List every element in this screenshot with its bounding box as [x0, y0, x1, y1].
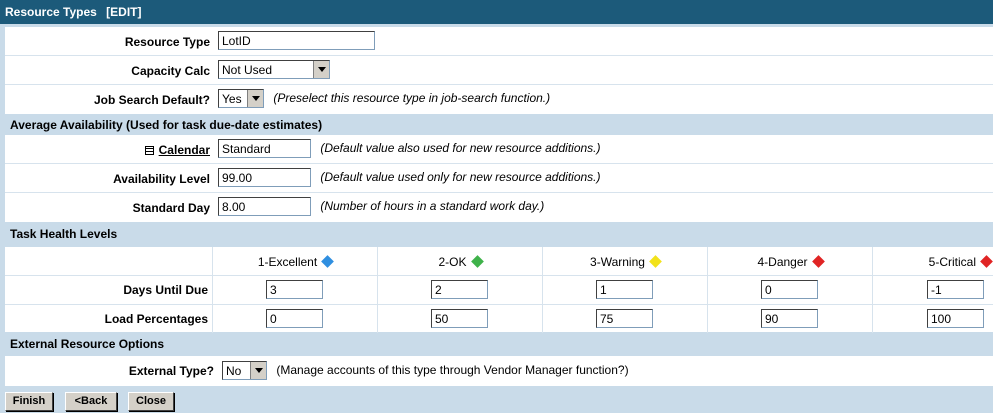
calendar-input[interactable] [218, 139, 311, 158]
external-type-label: External Type? [128, 364, 214, 378]
diamond-icon [649, 255, 662, 269]
capacity-calc-value: Not Used [222, 63, 273, 77]
finish-button[interactable]: Finish [5, 392, 53, 411]
availability-section-header: Average Availability (Used for task due-… [5, 114, 993, 135]
load-cell [543, 305, 708, 334]
general-panel: Resource Type Capacity Calc Not Used Job… [5, 27, 993, 114]
diamond-icon [811, 255, 825, 269]
days-cell [543, 276, 708, 305]
external-type-value: No [226, 364, 242, 378]
load-ok-input[interactable] [431, 309, 488, 328]
list-icon[interactable] [144, 146, 154, 155]
load-cell [378, 305, 543, 334]
chevron-down-icon[interactable] [250, 362, 266, 379]
external-type-select[interactable]: No [222, 361, 267, 380]
standard-day-input[interactable] [218, 197, 311, 216]
job-search-select[interactable]: Yes [218, 89, 264, 108]
external-panel: External Type? No (Manage accounts of th… [5, 356, 993, 386]
capacity-calc-label: Capacity Calc [131, 64, 210, 78]
external-type-row: External Type? No (Manage accounts of th… [5, 356, 993, 385]
health-level-danger: 4-Danger [708, 247, 873, 276]
availability-level-label: Availability Level [113, 172, 210, 186]
level-label: 5-Critical [928, 255, 976, 269]
capacity-calc-select[interactable]: Not Used [218, 60, 330, 79]
load-warning-input[interactable] [596, 309, 653, 328]
diamond-icon [470, 255, 484, 269]
load-critical-input[interactable] [927, 309, 984, 328]
level-label: 1-Excellent [257, 255, 318, 269]
back-button[interactable]: <Back [65, 392, 117, 411]
calendar-link[interactable]: Calendar [159, 143, 210, 157]
capacity-calc-row: Capacity Calc Not Used [5, 56, 993, 85]
page-title: Resource Types [5, 5, 97, 19]
load-cell [708, 305, 873, 334]
health-level-critical: 5-Critical [873, 247, 993, 276]
standard-day-label: Standard Day [132, 201, 210, 215]
load-excellent-input[interactable] [266, 309, 323, 328]
days-cell [708, 276, 873, 305]
diamond-icon [321, 255, 335, 269]
resource-type-row: Resource Type [5, 27, 993, 56]
calendar-row: Calendar (Default value also used for ne… [5, 135, 993, 164]
standard-day-row: Standard Day (Number of hours in a stand… [5, 193, 993, 222]
external-type-hint: (Manage accounts of this type through Ve… [276, 362, 629, 377]
days-cell [873, 276, 993, 305]
availability-level-input[interactable] [218, 168, 311, 187]
level-label: 2-OK [438, 255, 467, 269]
calendar-hint: (Default value also used for new resourc… [320, 140, 601, 155]
health-grid: 1-Excellent 2-OK 3-Warning 4-Danger 5-Cr… [5, 247, 993, 334]
availability-level-hint: (Default value used only for new resourc… [320, 169, 601, 184]
days-ok-input[interactable] [431, 280, 488, 299]
days-cell [213, 276, 378, 305]
level-label: 3-Warning [590, 255, 645, 269]
external-section-header: External Resource Options [5, 333, 993, 356]
standard-day-hint: (Number of hours in a standard work day.… [320, 198, 545, 213]
load-danger-input[interactable] [761, 309, 818, 328]
job-search-label: Job Search Default? [93, 93, 210, 107]
diamond-icon [980, 255, 993, 269]
health-level-excellent: 1-Excellent [213, 247, 378, 276]
days-until-due-label: Days Until Due [5, 276, 213, 305]
days-danger-input[interactable] [761, 280, 818, 299]
window-title-bar: Resource Types [EDIT] [0, 0, 993, 24]
resource-type-label: Resource Type [124, 35, 210, 49]
days-excellent-input[interactable] [266, 280, 323, 299]
calendar-label-wrap: Calendar [144, 143, 210, 157]
health-section-header: Task Health Levels [5, 223, 993, 244]
close-button[interactable]: Close [128, 392, 174, 411]
availability-level-row: Availability Level (Default value used o… [5, 164, 993, 193]
days-warning-input[interactable] [596, 280, 653, 299]
level-label: 4-Danger [757, 255, 808, 269]
job-search-row: Job Search Default? Yes (Preselect this … [5, 85, 993, 114]
health-level-ok: 2-OK [378, 247, 543, 276]
load-percentages-label: Load Percentages [5, 305, 213, 334]
job-search-value: Yes [222, 92, 242, 106]
mode-badge: [EDIT] [106, 5, 142, 19]
load-cell [873, 305, 993, 334]
job-search-hint: (Preselect this resource type in job-sea… [273, 90, 551, 105]
days-critical-input[interactable] [927, 280, 984, 299]
health-corner-cell [5, 247, 213, 276]
chevron-down-icon[interactable] [313, 61, 329, 78]
health-level-warning: 3-Warning [543, 247, 708, 276]
load-cell [213, 305, 378, 334]
availability-panel: Calendar (Default value also used for ne… [5, 135, 993, 222]
chevron-down-icon[interactable] [247, 90, 263, 107]
resource-type-input[interactable] [218, 31, 375, 50]
days-cell [378, 276, 543, 305]
